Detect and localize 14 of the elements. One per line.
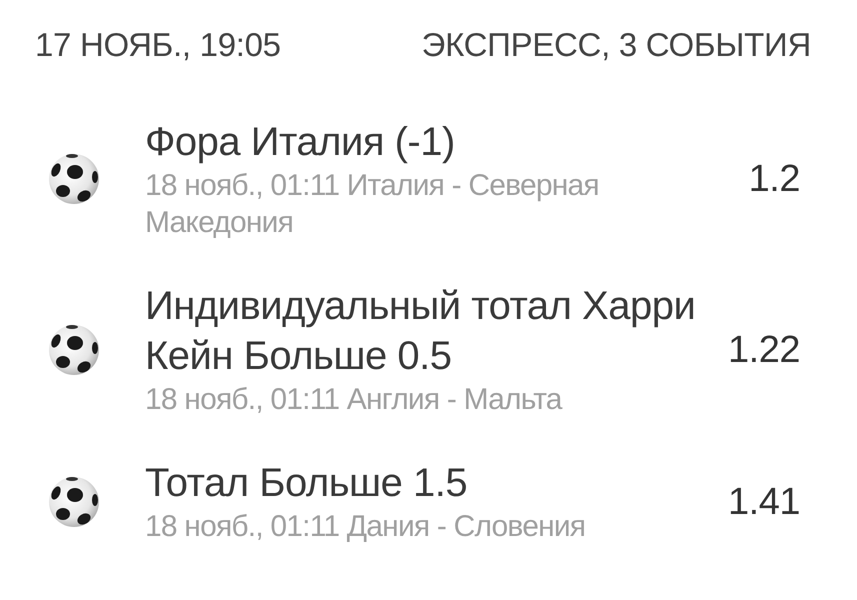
bet-date: 17 НОЯБ., 19:05 <box>35 25 281 65</box>
match-details: 18 нояб., 01:11 Италия - Северная Македония <box>145 168 600 241</box>
bet-market: Тотал Больше 1.5 <box>145 460 468 507</box>
match-details: 18 нояб., 01:11 Англия - Мальта <box>145 382 564 418</box>
odds-value: 1.41 <box>728 480 800 524</box>
bet-market: Фора Италия (-1) <box>145 119 456 166</box>
odds-value: 1.22 <box>728 328 800 372</box>
bet-market: Индивидуальный тотал Харри Кейн Больше 0.5 <box>145 283 696 380</box>
soccer-ball-icon <box>48 324 100 376</box>
soccer-ball-icon <box>48 476 100 528</box>
match-details: 18 нояб., 01:11 Дания - Словения <box>145 509 586 545</box>
odds-value: 1.2 <box>748 157 800 201</box>
bet-summary: ЭКСПРЕСС, 3 СОБЫТИЯ <box>422 25 811 65</box>
soccer-ball-icon <box>48 153 100 205</box>
